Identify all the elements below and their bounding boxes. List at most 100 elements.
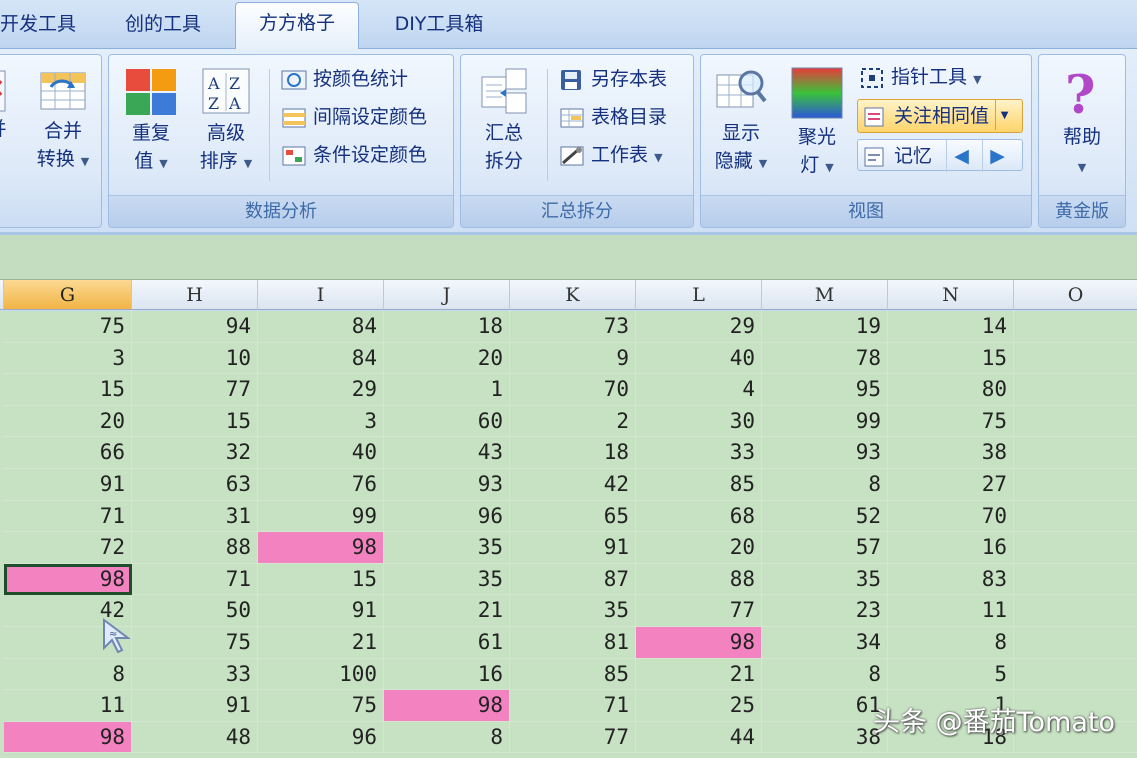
tab-create-tools[interactable]: 创的工具 — [113, 4, 213, 44]
tab-developer-tools[interactable]: 开发工具 — [0, 4, 88, 44]
cell-j-row14[interactable]: 8 — [384, 721, 510, 754]
formula-bar-area[interactable] — [0, 232, 1137, 280]
cell-n-row4[interactable]: 75 — [888, 405, 1014, 438]
cell-m-row8[interactable]: 57 — [762, 532, 888, 564]
cell-k-row9[interactable]: 87 — [510, 563, 636, 596]
cell-k-row7[interactable]: 65 — [510, 500, 636, 533]
cell-j-row5[interactable]: 43 — [384, 437, 510, 469]
cell-k-row10[interactable]: 35 — [510, 595, 636, 627]
cell-l-row1[interactable]: 29 — [636, 311, 762, 343]
table-index-button[interactable]: 表格目录 — [559, 101, 667, 133]
cell-i-row8[interactable]: 98 — [258, 532, 384, 564]
cell-m-row5[interactable]: 93 — [762, 437, 888, 469]
cell-j-row8[interactable]: 35 — [384, 532, 510, 564]
cell-n-row9[interactable]: 83 — [888, 563, 1014, 596]
duplicate-values-button[interactable]: 重复 值 ▼ — [115, 65, 187, 178]
cell-j-row3[interactable]: 1 — [384, 374, 510, 406]
cell-m-row2[interactable]: 78 — [762, 342, 888, 375]
cell-n-row7[interactable]: 70 — [888, 500, 1014, 533]
cell-h-row13[interactable]: 91 — [132, 690, 258, 722]
arrow-right-icon[interactable]: ▶ — [982, 140, 1012, 172]
cell-n-row6[interactable]: 27 — [888, 469, 1014, 501]
pointer-tool-button[interactable]: 指针工具 ▼ — [859, 61, 982, 93]
cell-h-row4[interactable]: 15 — [132, 405, 258, 438]
cell-m-row4[interactable]: 99 — [762, 405, 888, 438]
cell-o-row7[interactable] — [1014, 501, 1137, 533]
cell-j-row6[interactable]: 93 — [384, 469, 510, 501]
memory-button[interactable]: 记忆 — [862, 145, 938, 167]
cell-h-row7[interactable]: 31 — [132, 500, 258, 533]
merge-convert-button[interactable]: 合并 转换 ▼ — [27, 65, 99, 176]
cell-g-row14[interactable]: 98 — [4, 721, 132, 754]
select-all-corner[interactable] — [0, 280, 4, 310]
cell-i-row5[interactable]: 40 — [258, 437, 384, 469]
cell-l-row14[interactable]: 44 — [636, 721, 762, 754]
cell-i-row13[interactable]: 75 — [258, 690, 384, 722]
arrow-left-icon[interactable]: ◀ — [946, 140, 976, 172]
cell-n-row2[interactable]: 15 — [888, 342, 1014, 375]
cell-l-row8[interactable]: 20 — [636, 532, 762, 564]
cell-n-row12[interactable]: 5 — [888, 658, 1014, 691]
cell-o-row6[interactable] — [1014, 469, 1137, 501]
cell-j-row7[interactable]: 96 — [384, 500, 510, 533]
cell-o-row2[interactable] — [1014, 343, 1137, 375]
cell-k-row12[interactable]: 85 — [510, 658, 636, 691]
summary-split-button[interactable]: 汇总 拆分 — [467, 65, 541, 175]
cell-j-row11[interactable]: 61 — [384, 627, 510, 659]
interval-color-button[interactable]: 间隔设定颜色 — [281, 101, 427, 133]
focus-same-value-button[interactable]: 关注相同值 ▼ — [857, 99, 1023, 133]
cell-g-row6[interactable]: 91 — [4, 469, 132, 501]
cell-g-row7[interactable]: 71 — [4, 500, 132, 533]
cell-k-row3[interactable]: 70 — [510, 374, 636, 406]
column-header-m[interactable]: M — [762, 280, 888, 310]
cell-j-row10[interactable]: 21 — [384, 595, 510, 627]
show-hide-button[interactable]: 显示 隐藏 ▼ — [705, 65, 777, 178]
cell-n-row10[interactable]: 11 — [888, 595, 1014, 627]
cell-h-row6[interactable]: 63 — [132, 469, 258, 501]
column-header-l[interactable]: L — [636, 280, 762, 310]
cell-k-row1[interactable]: 73 — [510, 311, 636, 343]
cell-g-row8[interactable]: 72 — [4, 532, 132, 564]
spotlight-button[interactable]: 聚光 灯 ▼ — [781, 65, 853, 182]
cell-m-row1[interactable]: 19 — [762, 311, 888, 343]
cell-h-row2[interactable]: 10 — [132, 342, 258, 375]
cell-l-row4[interactable]: 30 — [636, 405, 762, 438]
cell-o-row11[interactable] — [1014, 627, 1137, 659]
cell-g-row12[interactable]: 8 — [4, 658, 132, 691]
column-header-h[interactable]: H — [132, 280, 258, 310]
cell-h-row10[interactable]: 50 — [132, 595, 258, 627]
cell-h-row11[interactable]: 75 — [132, 627, 258, 659]
cell-j-row12[interactable]: 16 — [384, 658, 510, 691]
cell-h-row5[interactable]: 32 — [132, 437, 258, 469]
cell-m-row7[interactable]: 52 — [762, 500, 888, 533]
column-header-g[interactable]: G — [4, 280, 132, 310]
cell-n-row5[interactable]: 38 — [888, 437, 1014, 469]
cell-g-row5[interactable]: 66 — [4, 437, 132, 469]
cell-k-row5[interactable]: 18 — [510, 437, 636, 469]
cell-i-row10[interactable]: 91 — [258, 595, 384, 627]
cell-g-row4[interactable]: 20 — [4, 405, 132, 438]
chevron-down-icon[interactable]: ▼ — [995, 100, 1013, 130]
cell-l-row12[interactable]: 21 — [636, 658, 762, 691]
save-sheet-as-button[interactable]: 另存本表 — [559, 63, 667, 95]
tab-fangfangezi[interactable]: 方方格子 — [235, 2, 359, 49]
cell-o-row10[interactable] — [1014, 595, 1137, 627]
cell-m-row10[interactable]: 23 — [762, 595, 888, 627]
cell-m-row14[interactable]: 38 — [762, 721, 888, 754]
cell-l-row10[interactable]: 77 — [636, 595, 762, 627]
cell-i-row14[interactable]: 96 — [258, 721, 384, 754]
cell-j-row1[interactable]: 18 — [384, 311, 510, 343]
cell-i-row12[interactable]: 100 — [258, 658, 384, 691]
cell-m-row13[interactable]: 61 — [762, 690, 888, 722]
cell-g-row2[interactable]: 3 — [4, 342, 132, 375]
cell-o-row12[interactable] — [1014, 659, 1137, 691]
cell-l-row5[interactable]: 33 — [636, 437, 762, 469]
cell-j-row9[interactable]: 35 — [384, 563, 510, 596]
cell-h-row12[interactable]: 33 — [132, 658, 258, 691]
cell-k-row8[interactable]: 91 — [510, 532, 636, 564]
cell-m-row11[interactable]: 34 — [762, 627, 888, 659]
cell-n-row11[interactable]: 8 — [888, 627, 1014, 659]
partial-button-left[interactable]: 并 — [0, 65, 9, 143]
cell-j-row4[interactable]: 60 — [384, 405, 510, 438]
cell-o-row8[interactable] — [1014, 532, 1137, 564]
